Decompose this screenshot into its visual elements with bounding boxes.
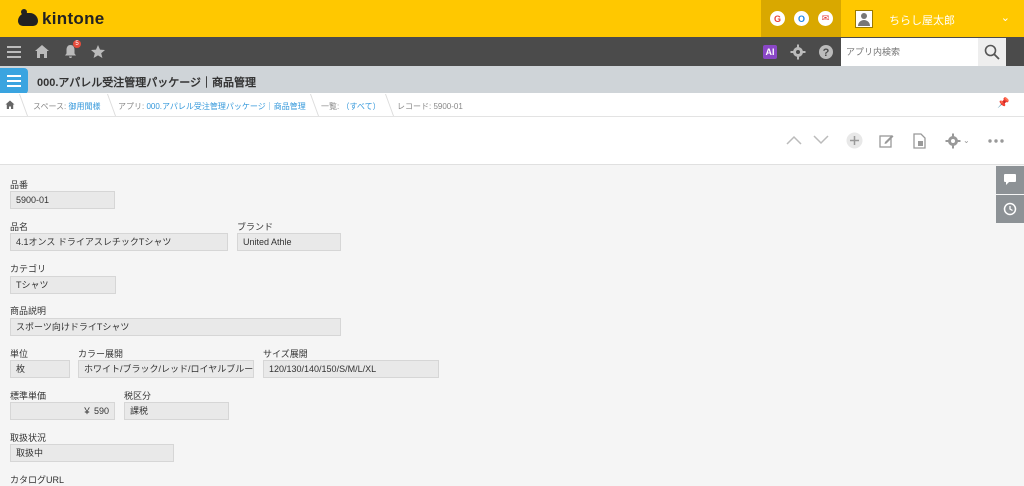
user-menu[interactable]: ちらし屋太郎 ⌄	[841, 0, 1024, 37]
breadcrumb-app-prefix: アプリ:	[118, 102, 147, 111]
field-label-hinban: 品番	[10, 180, 29, 190]
view-link[interactable]: （すべて）	[341, 102, 380, 111]
menu-icon[interactable]	[7, 46, 21, 58]
breadcrumb-space: スペース: 御用聞様	[33, 101, 101, 112]
search-icon	[984, 44, 1000, 60]
field-label-sizes: サイズ展開	[263, 349, 308, 359]
help-icon[interactable]: ?	[818, 44, 834, 60]
field-value-sizes: 120/130/140/150/S/M/L/XL	[263, 360, 439, 378]
user-name: ちらし屋太郎	[889, 15, 955, 27]
space-link[interactable]: 御用聞様	[69, 102, 101, 111]
field-value-brand: United Athle	[237, 233, 341, 251]
breadcrumb-record: レコード: 5900-01	[397, 102, 463, 111]
field-label-price: 標準単価	[10, 391, 47, 401]
star-icon[interactable]	[90, 44, 106, 59]
add-icon[interactable]	[846, 132, 863, 149]
app-list-icon[interactable]	[0, 68, 28, 94]
field-value-tax: 課税	[124, 402, 229, 420]
field-value-colors: ホワイト/ブラック/レッド/ロイヤルブルー	[78, 360, 254, 378]
field-label-category: カテゴリ	[10, 264, 47, 274]
chevron-down-icon: ⌄	[1000, 12, 1010, 24]
field-label-colors: カラー展開	[78, 349, 124, 359]
pin-icon[interactable]: 📌	[997, 98, 1009, 109]
breadcrumb-space-prefix: スペース:	[33, 102, 69, 111]
edit-icon[interactable]	[879, 133, 895, 149]
chevron-up-icon[interactable]	[786, 134, 802, 146]
kintone-logo[interactable]: kintone	[18, 8, 105, 30]
record-toolbar: ⌄	[0, 117, 1024, 165]
field-label-brand: ブランド	[237, 222, 274, 232]
app-link[interactable]: 000.アパレル受注管理パッケージ｜商品管理	[146, 102, 305, 111]
field-label-catalog: カタログURL	[10, 475, 65, 485]
field-value-hinmei: 4.1オンス ドライアスレチックTシャツ	[10, 233, 228, 251]
notification-badge: 5	[73, 40, 81, 48]
field-value-description: スポーツ向けドライTシャツ	[10, 318, 341, 336]
gear-icon[interactable]	[945, 133, 961, 149]
ai-button[interactable]: AI	[763, 45, 777, 59]
field-label-hinmei: 品名	[10, 222, 29, 232]
field-value-price: ￥ 590	[10, 402, 115, 420]
app-title[interactable]: 000.アパレル受注管理パッケージ｜商品管理	[37, 74, 256, 90]
comment-tab[interactable]	[996, 166, 1024, 194]
field-label-unit: 単位	[10, 349, 29, 359]
gear-icon[interactable]	[790, 44, 806, 60]
search-button[interactable]	[978, 38, 1006, 66]
avatar	[855, 10, 873, 28]
copy-icon[interactable]	[913, 133, 927, 149]
breadcrumb-view: 一覧: （すべて）	[321, 101, 381, 112]
google-icon[interactable]: G	[770, 11, 785, 26]
svg-text:?: ?	[823, 47, 830, 59]
field-value-status: 取扱中	[10, 444, 174, 462]
chevron-down-icon[interactable]	[813, 134, 829, 146]
field-label-status: 取扱状況	[10, 433, 47, 443]
field-value-category: Tシャツ	[10, 276, 116, 294]
logo-icon	[18, 8, 38, 26]
breadcrumb: スペース: 御用聞様 アプリ: 000.アパレル受注管理パッケージ｜商品管理 一…	[0, 93, 1024, 117]
breadcrumb-view-prefix: 一覧:	[321, 102, 342, 111]
field-value-unit: 枚	[10, 360, 70, 378]
breadcrumb-app: アプリ: 000.アパレル受注管理パッケージ｜商品管理	[118, 101, 306, 112]
office-icon[interactable]: O	[794, 11, 809, 26]
mail-icon[interactable]: ✉	[818, 11, 833, 26]
brand-name: kintone	[42, 9, 105, 28]
comment-icon	[1004, 174, 1016, 185]
more-icon[interactable]	[988, 139, 1004, 143]
history-icon	[1003, 202, 1017, 216]
field-value-hinban: 5900-01	[10, 191, 115, 209]
home-icon[interactable]	[34, 44, 50, 59]
app-search-input[interactable]	[841, 38, 978, 66]
field-label-tax: 税区分	[124, 391, 152, 401]
history-tab[interactable]	[996, 195, 1024, 223]
field-label-description: 商品説明	[10, 306, 47, 316]
chevron-down-icon[interactable]: ⌄	[963, 136, 970, 145]
